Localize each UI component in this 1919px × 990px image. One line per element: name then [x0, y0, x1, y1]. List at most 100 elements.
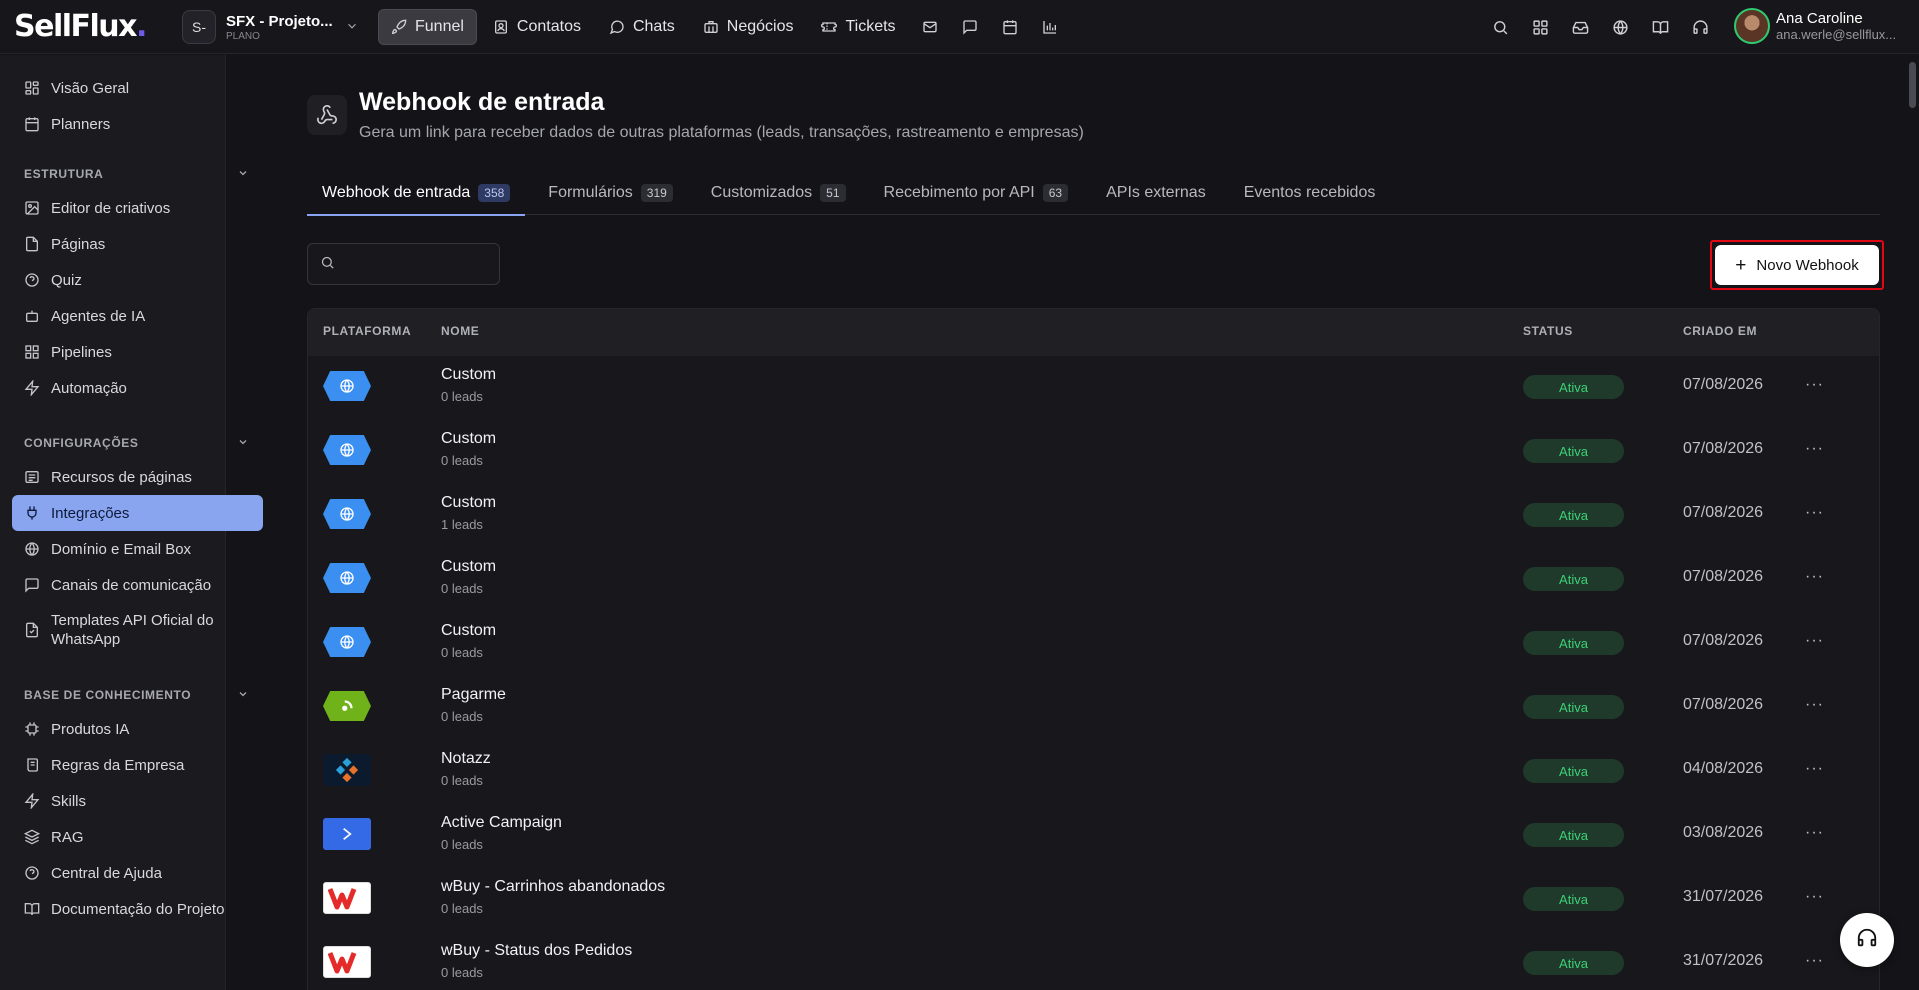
sidebar-item-dominio-email[interactable]: Domínio e Email Box: [12, 531, 263, 567]
sidebar: Visão Geral Planners ESTRUTURA Editor de…: [0, 55, 263, 990]
table-row[interactable]: wBuy - Status dos Pedidos 0 leads Ativa 31/…: [308, 932, 1879, 990]
tab-count-badge: 51: [820, 184, 846, 202]
new-webhook-button[interactable]: + Novo Webhook: [1715, 245, 1879, 285]
status-badge: Ativa: [1523, 375, 1624, 399]
platform-logo: [323, 562, 371, 594]
webhook-name[interactable]: Custom: [441, 622, 496, 640]
column-header-status[interactable]: STATUS: [1523, 324, 1573, 338]
sidebar-item-recursos-paginas[interactable]: Recursos de páginas: [12, 459, 263, 495]
column-header-platform[interactable]: PLATAFORMA: [323, 324, 411, 338]
nav-tickets[interactable]: Tickets: [809, 9, 907, 45]
apps-grid-icon[interactable]: [1528, 13, 1552, 41]
sidebar-item-visao-geral[interactable]: Visão Geral: [12, 70, 263, 106]
column-header-name[interactable]: NOME: [441, 324, 479, 338]
sidebar-item-quiz[interactable]: Quiz: [12, 262, 263, 298]
tab-eventos-recebidos[interactable]: Eventos recebidos: [1229, 171, 1391, 215]
more-options-icon[interactable]: ···: [1805, 632, 1824, 650]
chevron-down-icon[interactable]: [345, 19, 359, 36]
webhook-name[interactable]: wBuy - Carrinhos abandonados: [441, 878, 665, 896]
webhook-name[interactable]: Active Campaign: [441, 814, 562, 832]
sidebar-item-integracoes[interactable]: Integrações: [12, 495, 263, 531]
project-switcher[interactable]: S- SFX - Projeto... PLANO: [182, 10, 359, 44]
sidebar-item-planners[interactable]: Planners: [12, 106, 263, 142]
table-header: PLATAFORMA NOME STATUS CRIADO EM: [308, 309, 1879, 356]
webhook-name[interactable]: Custom: [441, 366, 496, 384]
globe-icon[interactable]: [1608, 13, 1632, 41]
webhook-name[interactable]: Custom: [441, 494, 496, 512]
more-options-icon[interactable]: ···: [1805, 824, 1824, 842]
nav-negocios[interactable]: Negócios: [691, 9, 806, 45]
headset-icon[interactable]: [1688, 13, 1712, 41]
table-row[interactable]: Custom 0 leads Ativa 07/08/2026 ···: [308, 420, 1879, 484]
more-options-icon[interactable]: ···: [1805, 760, 1824, 778]
more-options-icon[interactable]: ···: [1805, 696, 1824, 714]
contacts-icon: [493, 19, 509, 35]
search-input[interactable]: [343, 256, 493, 272]
more-options-icon[interactable]: ···: [1805, 952, 1824, 970]
nav-contatos[interactable]: Contatos: [481, 9, 593, 45]
nav-reports[interactable]: [1032, 9, 1068, 45]
tab-apis-externas[interactable]: APIs externas: [1091, 171, 1221, 215]
webhook-name[interactable]: wBuy - Status dos Pedidos: [441, 942, 632, 960]
sidebar-item-documentacao[interactable]: Documentação do Projeto: [12, 891, 263, 927]
tab-webhook-entrada[interactable]: Webhook de entrada 358: [307, 171, 526, 216]
tab-formularios[interactable]: Formulários 319: [533, 171, 688, 215]
sidebar-section-estrutura[interactable]: ESTRUTURA: [24, 167, 249, 182]
nav-funnel[interactable]: Funnel: [378, 9, 477, 45]
sidebar-item-automacao[interactable]: Automação: [12, 370, 263, 406]
tab-count-badge: 63: [1042, 184, 1069, 202]
sidebar-item-paginas[interactable]: Páginas: [12, 226, 263, 262]
sidebar-item-central-ajuda[interactable]: Central de Ajuda: [12, 855, 263, 891]
rocket-icon: [391, 19, 407, 35]
sidebar-item-canais-comunicacao[interactable]: Canais de comunicação: [12, 567, 263, 603]
sidebar-section-base-conhecimento[interactable]: BASE DE CONHECIMENTO: [24, 688, 249, 703]
table-row[interactable]: Pagarme 0 leads Ativa 07/08/2026 ···: [308, 676, 1879, 740]
support-button[interactable]: [1840, 913, 1894, 967]
notazz-logo: [323, 754, 371, 786]
nav-calendar[interactable]: [992, 9, 1028, 45]
tab-label: Formulários: [548, 184, 633, 201]
nav-email[interactable]: [912, 9, 948, 45]
webhook-name[interactable]: Custom: [441, 558, 496, 576]
nav-chats[interactable]: Chats: [597, 9, 687, 45]
sidebar-item-agentes-ia[interactable]: Agentes de IA: [12, 298, 263, 334]
webhook-name[interactable]: Custom: [441, 430, 496, 448]
more-options-icon[interactable]: ···: [1805, 440, 1824, 458]
more-options-icon[interactable]: ···: [1805, 376, 1824, 394]
table-row[interactable]: Custom 0 leads Ativa 07/08/2026 ···: [308, 356, 1879, 420]
table-row[interactable]: Custom 1 leads Ativa 07/08/2026 ···: [308, 484, 1879, 548]
table-row[interactable]: Custom 0 leads Ativa 07/08/2026 ···: [308, 612, 1879, 676]
more-options-icon[interactable]: ···: [1805, 568, 1824, 586]
book-icon: [24, 901, 40, 917]
book-open-icon[interactable]: [1648, 13, 1672, 41]
scrollbar[interactable]: [1909, 62, 1916, 108]
sidebar-item-produtos-ia[interactable]: Produtos IA: [12, 711, 263, 747]
sidebar-item-regras-empresa[interactable]: Regras da Empresa: [12, 747, 263, 783]
sidebar-item-templates-whatsapp[interactable]: Templates API Oficial do WhatsApp: [12, 606, 263, 654]
nav-messages[interactable]: [952, 9, 988, 45]
nav-funnel-label: Funnel: [415, 18, 464, 35]
webhook-name[interactable]: Pagarme: [441, 686, 506, 704]
more-options-icon[interactable]: ···: [1805, 504, 1824, 522]
sidebar-section-configuracoes[interactable]: CONFIGURAÇÕES: [24, 436, 249, 451]
sidebar-item-skills[interactable]: Skills: [12, 783, 263, 819]
sidebar-item-rag[interactable]: RAG: [12, 819, 263, 855]
sidebar-item-label: Editor de criativos: [51, 199, 171, 217]
app-logo[interactable]: SellFlux.: [14, 9, 147, 44]
inbox-icon[interactable]: [1568, 13, 1592, 41]
table-row[interactable]: Custom 0 leads Ativa 07/08/2026 ···: [308, 548, 1879, 612]
user-menu[interactable]: Ana Caroline ana.werle@sellflux...: [1734, 8, 1896, 44]
sidebar-item-pipelines[interactable]: Pipelines: [12, 334, 263, 370]
table-row[interactable]: Active Campaign 0 leads Ativa 03/08/2026 ···: [308, 804, 1879, 868]
tab-recebimento-api[interactable]: Recebimento por API 63: [869, 171, 1084, 215]
column-header-created[interactable]: CRIADO EM: [1683, 324, 1757, 338]
table-row[interactable]: wBuy - Carrinhos abandonados 0 leads Ativa…: [308, 868, 1879, 932]
more-options-icon[interactable]: ···: [1805, 888, 1824, 906]
webhook-name[interactable]: Notazz: [441, 750, 491, 768]
sidebar-item-editor-criativos[interactable]: Editor de criativos: [12, 190, 263, 226]
search-icon[interactable]: [1488, 13, 1512, 41]
table-row[interactable]: Notazz 0 leads Ativa 04/08/2026 ···: [308, 740, 1879, 804]
mail-icon: [922, 19, 938, 35]
tab-customizados[interactable]: Customizados 51: [696, 171, 861, 215]
layers-icon: [24, 829, 40, 845]
